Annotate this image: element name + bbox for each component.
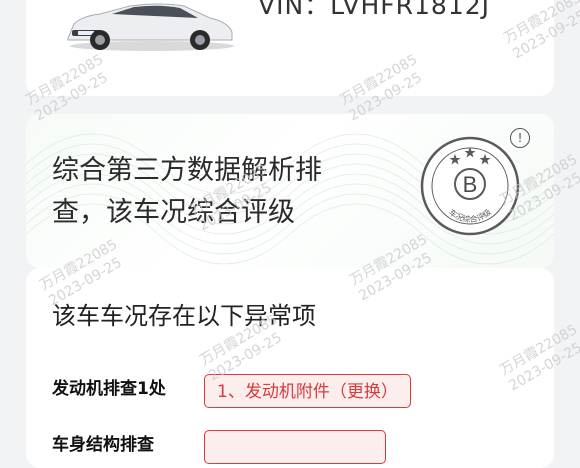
rating-card: 综合第三方数据解析排 查，该车况综合评级 ! B 车况综合评级 <box>26 114 554 268</box>
rating-title-line1: 综合第三方数据解析排 <box>52 155 322 186</box>
anomaly-row-label: 车身结构排查 <box>52 435 154 455</box>
rating-title-line2: 查，该车况综合评级 <box>52 197 295 228</box>
anomaly-tag[interactable]: 1、发动机附件（更换） <box>204 374 411 408</box>
anomalies-card: 该车车况存在以下异常项 发动机排查1处 1、发动机附件（更换） 车身结构排查 <box>26 268 554 468</box>
car-image <box>67 3 234 51</box>
rating-badge: B 车况综合评级 <box>420 136 520 236</box>
section-title: 该车车况存在以下异常项 <box>52 302 316 330</box>
anomaly-row-label: 发动机排查1处 <box>52 379 166 399</box>
rating-grade: B <box>463 172 478 197</box>
rating-title: 综合第三方数据解析排 查，该车况综合评级 <box>52 150 352 234</box>
vin-text: VIN：LVHFR1812J <box>258 0 491 20</box>
vehicle-card: VIN：LVHFR1812J <box>26 0 554 96</box>
anomaly-tag[interactable] <box>204 430 386 464</box>
